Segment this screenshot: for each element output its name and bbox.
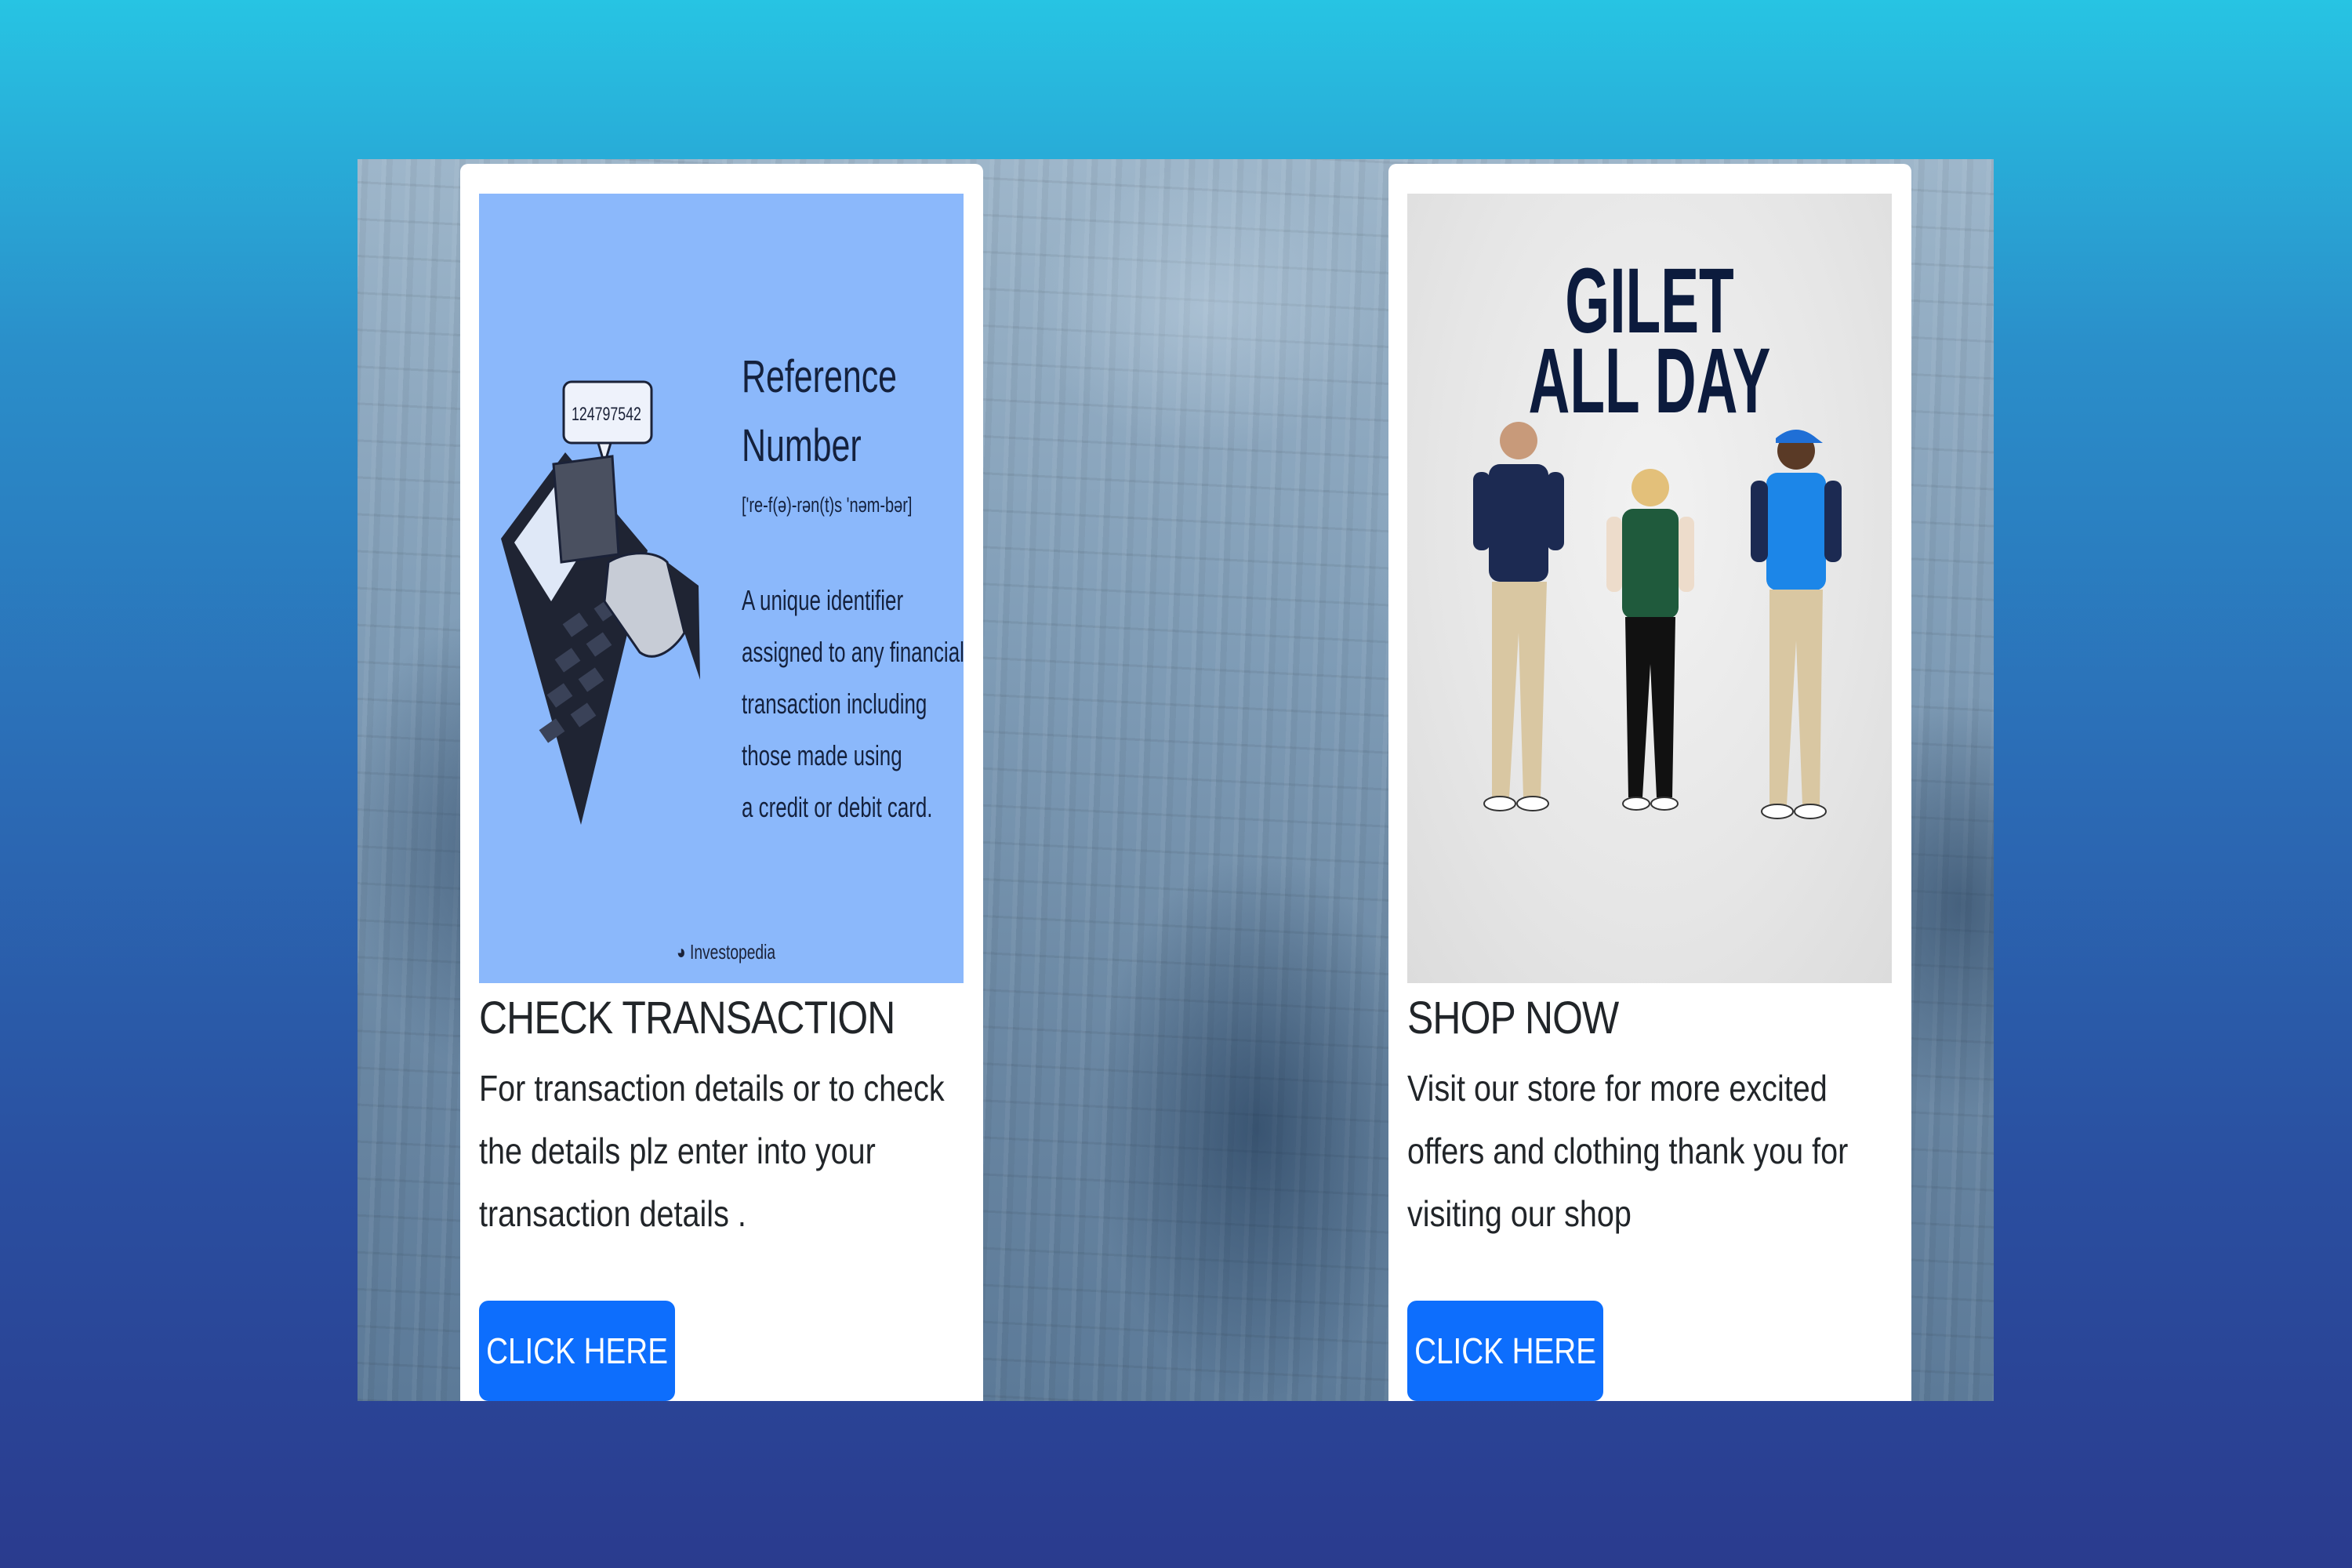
- investopedia-logo-icon: ◕: [677, 940, 686, 964]
- card-title: CHECK TRANSACTION: [479, 993, 895, 1044]
- investopedia-logo: ◕ Investopedia: [677, 940, 775, 964]
- investopedia-logo-text: Investopedia: [689, 940, 776, 964]
- reference-description-line: transaction including: [742, 688, 927, 720]
- card-title: SHOP NOW: [1407, 993, 1619, 1044]
- model-right: [1751, 430, 1842, 819]
- reference-heading-line2: Number: [742, 420, 862, 471]
- reference-heading: Reference Number: [742, 343, 897, 481]
- reference-description-line: those made using: [742, 739, 902, 771]
- card-text: Visit our store for more excited offers …: [1407, 1068, 1849, 1234]
- check-transaction-button[interactable]: CLICK HERE: [479, 1301, 675, 1401]
- reference-description: A unique identifier assigned to any fina…: [742, 575, 964, 833]
- card-check-transaction: 124797542 Reference Number ['re-f(ə)-rən…: [460, 164, 983, 1401]
- gilet-promo-image: GILET ALL DAY: [1407, 194, 1892, 983]
- concrete-background-panel: 124797542 Reference Number ['re-f(ə)-rən…: [358, 159, 1994, 1401]
- reference-description-line: a credit or debit card.: [742, 791, 933, 823]
- reference-description-line: A unique identifier: [742, 584, 904, 616]
- models-illustration: [1473, 422, 1842, 819]
- button-label: CLICK HERE: [486, 1330, 668, 1371]
- card-text: For transaction details or to check the …: [479, 1068, 945, 1234]
- shop-now-button[interactable]: CLICK HERE: [1407, 1301, 1603, 1401]
- model-left: [1473, 422, 1564, 811]
- reference-description-line: assigned to any financial: [742, 636, 964, 668]
- reference-bubble-number: 124797542: [572, 404, 641, 425]
- model-center: [1606, 469, 1694, 811]
- reference-phonetic: ['re-f(ə)-rən(t)s 'nəm-bər]: [742, 493, 913, 517]
- card-shop-now: GILET ALL DAY SHOP NOW Visit our store f…: [1388, 164, 1911, 1401]
- reference-number-image: 124797542 Reference Number ['re-f(ə)-rən…: [479, 194, 964, 983]
- button-label: CLICK HERE: [1414, 1330, 1596, 1371]
- reference-heading-line1: Reference: [742, 351, 898, 402]
